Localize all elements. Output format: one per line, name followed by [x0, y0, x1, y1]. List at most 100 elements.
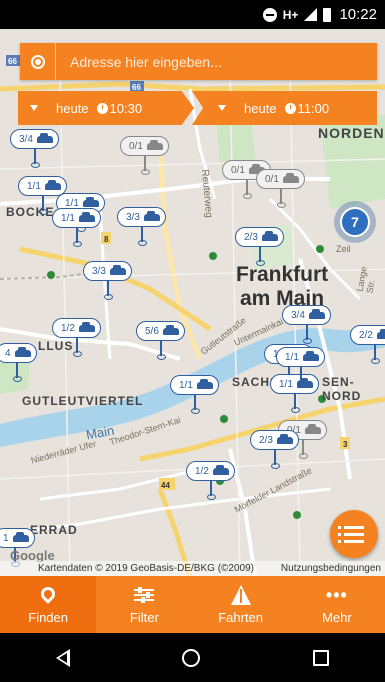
search-input[interactable]: Adresse hier eingeben... — [70, 54, 222, 70]
car-pin[interactable]: 2/3 — [235, 227, 284, 266]
pin-count: 2/2 — [359, 329, 373, 341]
car-pin[interactable]: 1/1 — [270, 374, 319, 413]
car-icon — [162, 324, 179, 335]
car-pin[interactable]: 1/1 — [52, 208, 101, 247]
list-icon — [338, 525, 364, 529]
car-icon — [36, 132, 53, 143]
list-view-button[interactable] — [330, 510, 378, 558]
car-pin[interactable]: 1 — [0, 528, 35, 567]
tab-label: Mehr — [322, 609, 352, 625]
car-icon — [308, 308, 325, 319]
pin-count: 1/1 — [61, 212, 75, 224]
pin-count: 0/1 — [129, 140, 143, 152]
tab-fahrten[interactable]: Fahrten — [193, 576, 289, 633]
pin-count: 1/1 — [27, 180, 41, 192]
clock-icon — [96, 102, 108, 114]
tab-finden[interactable]: Finden — [0, 576, 97, 633]
car-pin[interactable]: 1/1 — [170, 375, 219, 414]
time-from-value: 10:30 — [109, 100, 143, 116]
pin-count: 0/1 — [231, 164, 245, 176]
clock: 10:22 — [339, 6, 377, 23]
car-icon — [212, 464, 229, 475]
time-to-button[interactable]: heute 11:00 — [192, 91, 377, 125]
tab-mehr[interactable]: ••• Mehr — [289, 576, 385, 633]
car-pin[interactable]: 3/3 — [83, 261, 132, 300]
pin-count: 3/4 — [19, 133, 33, 145]
pin-count: 1/1 — [285, 351, 299, 363]
pin-count: 4 — [5, 347, 11, 359]
car-icon — [282, 172, 299, 183]
time-from-button[interactable]: heute 10:30 — [18, 91, 194, 125]
pin-count: 3/3 — [126, 211, 140, 223]
car-pin[interactable]: 3/4 — [10, 129, 59, 168]
signal-icon — [304, 8, 318, 21]
sliders-icon — [134, 585, 155, 605]
attribution-text: Kartendaten © 2019 GeoBasis-DE/BKG (©200… — [38, 563, 254, 574]
back-icon[interactable] — [56, 648, 71, 667]
pin-count: 3/4 — [291, 309, 305, 321]
district-gutleutviertel: GUTLEUTVIERTEL — [22, 394, 144, 408]
route-shield-8: 8 — [104, 235, 109, 244]
car-icon — [78, 321, 95, 332]
route-shield-44: 44 — [161, 481, 170, 490]
car-pin-unavailable[interactable]: 0/1 — [120, 136, 169, 175]
car-pin[interactable]: 1/1 — [18, 176, 67, 215]
car-pin[interactable]: 2/2 — [350, 325, 385, 364]
terms-link[interactable]: Nutzungsbedingungen — [281, 563, 381, 574]
car-icon — [109, 264, 126, 275]
car-pin[interactable]: 3/3 — [117, 207, 166, 246]
car-pin[interactable]: 2/3 — [250, 430, 299, 469]
car-icon — [78, 211, 95, 222]
car-icon — [44, 179, 61, 190]
car-pin[interactable]: 5/6 — [136, 321, 185, 360]
time-to-value: 11:00 — [297, 100, 330, 116]
pin-count: 1/2 — [195, 465, 209, 477]
cluster-count: 7 — [340, 207, 370, 237]
car-pin[interactable]: 1/2 — [52, 318, 101, 357]
car-pin[interactable]: 1/1 — [276, 347, 325, 386]
tab-label: Fahrten — [218, 609, 264, 625]
route-shield-66a: 66 — [8, 57, 17, 66]
car-icon — [82, 196, 99, 207]
district-errad: ERRAD — [30, 523, 78, 537]
dropdown-icon — [30, 105, 38, 111]
tab-filter[interactable]: Filter — [96, 576, 192, 633]
time-from-day: heute — [56, 100, 89, 116]
car-icon — [12, 531, 29, 542]
network-type: H+ — [282, 7, 299, 22]
pin-count: 5/6 — [145, 325, 159, 337]
system-nav-bar — [0, 633, 385, 682]
pin-count: 1/1 — [179, 379, 193, 391]
car-pin[interactable]: 1/2 — [186, 461, 235, 500]
tab-label: Finden — [28, 609, 68, 625]
pin-count: 1/2 — [61, 322, 75, 334]
car-icon — [143, 210, 160, 221]
district-llus: LLUS — [38, 339, 74, 353]
recent-apps-icon[interactable] — [312, 649, 329, 666]
do-not-disturb-icon — [262, 7, 277, 22]
car-pin[interactable]: 4 — [0, 343, 37, 382]
route-shield-3: 3 — [343, 440, 348, 449]
dropdown-icon — [218, 105, 226, 111]
status-bar: H+ 10:22 — [0, 0, 385, 29]
car-pin[interactable]: 3/4 — [282, 305, 331, 344]
car-pin-unavailable[interactable]: 0/1 — [256, 169, 305, 208]
tab-label: Filter — [129, 609, 159, 625]
pin-count: 0/1 — [265, 173, 279, 185]
car-icon — [196, 378, 213, 389]
my-location-button[interactable] — [20, 43, 56, 80]
home-icon[interactable] — [182, 648, 201, 667]
city-label-line1: Frankfurt — [236, 263, 329, 286]
address-search[interactable]: Adresse hier eingeben... — [20, 43, 377, 80]
route-shield-66b: 66 — [132, 83, 141, 92]
pin-count: 1/1 — [65, 197, 79, 209]
pin-count: 1/1 — [279, 378, 293, 390]
car-cluster[interactable]: 7 — [334, 201, 376, 243]
car-icon — [261, 230, 278, 241]
district-sen-nord: SEN-NORD — [322, 375, 362, 403]
pin-count: 1 — [3, 532, 9, 544]
crosshair-icon — [30, 54, 45, 69]
more-dots-icon: ••• — [325, 584, 348, 605]
pin-count: 3/3 — [92, 265, 106, 277]
car-icon — [14, 346, 31, 357]
